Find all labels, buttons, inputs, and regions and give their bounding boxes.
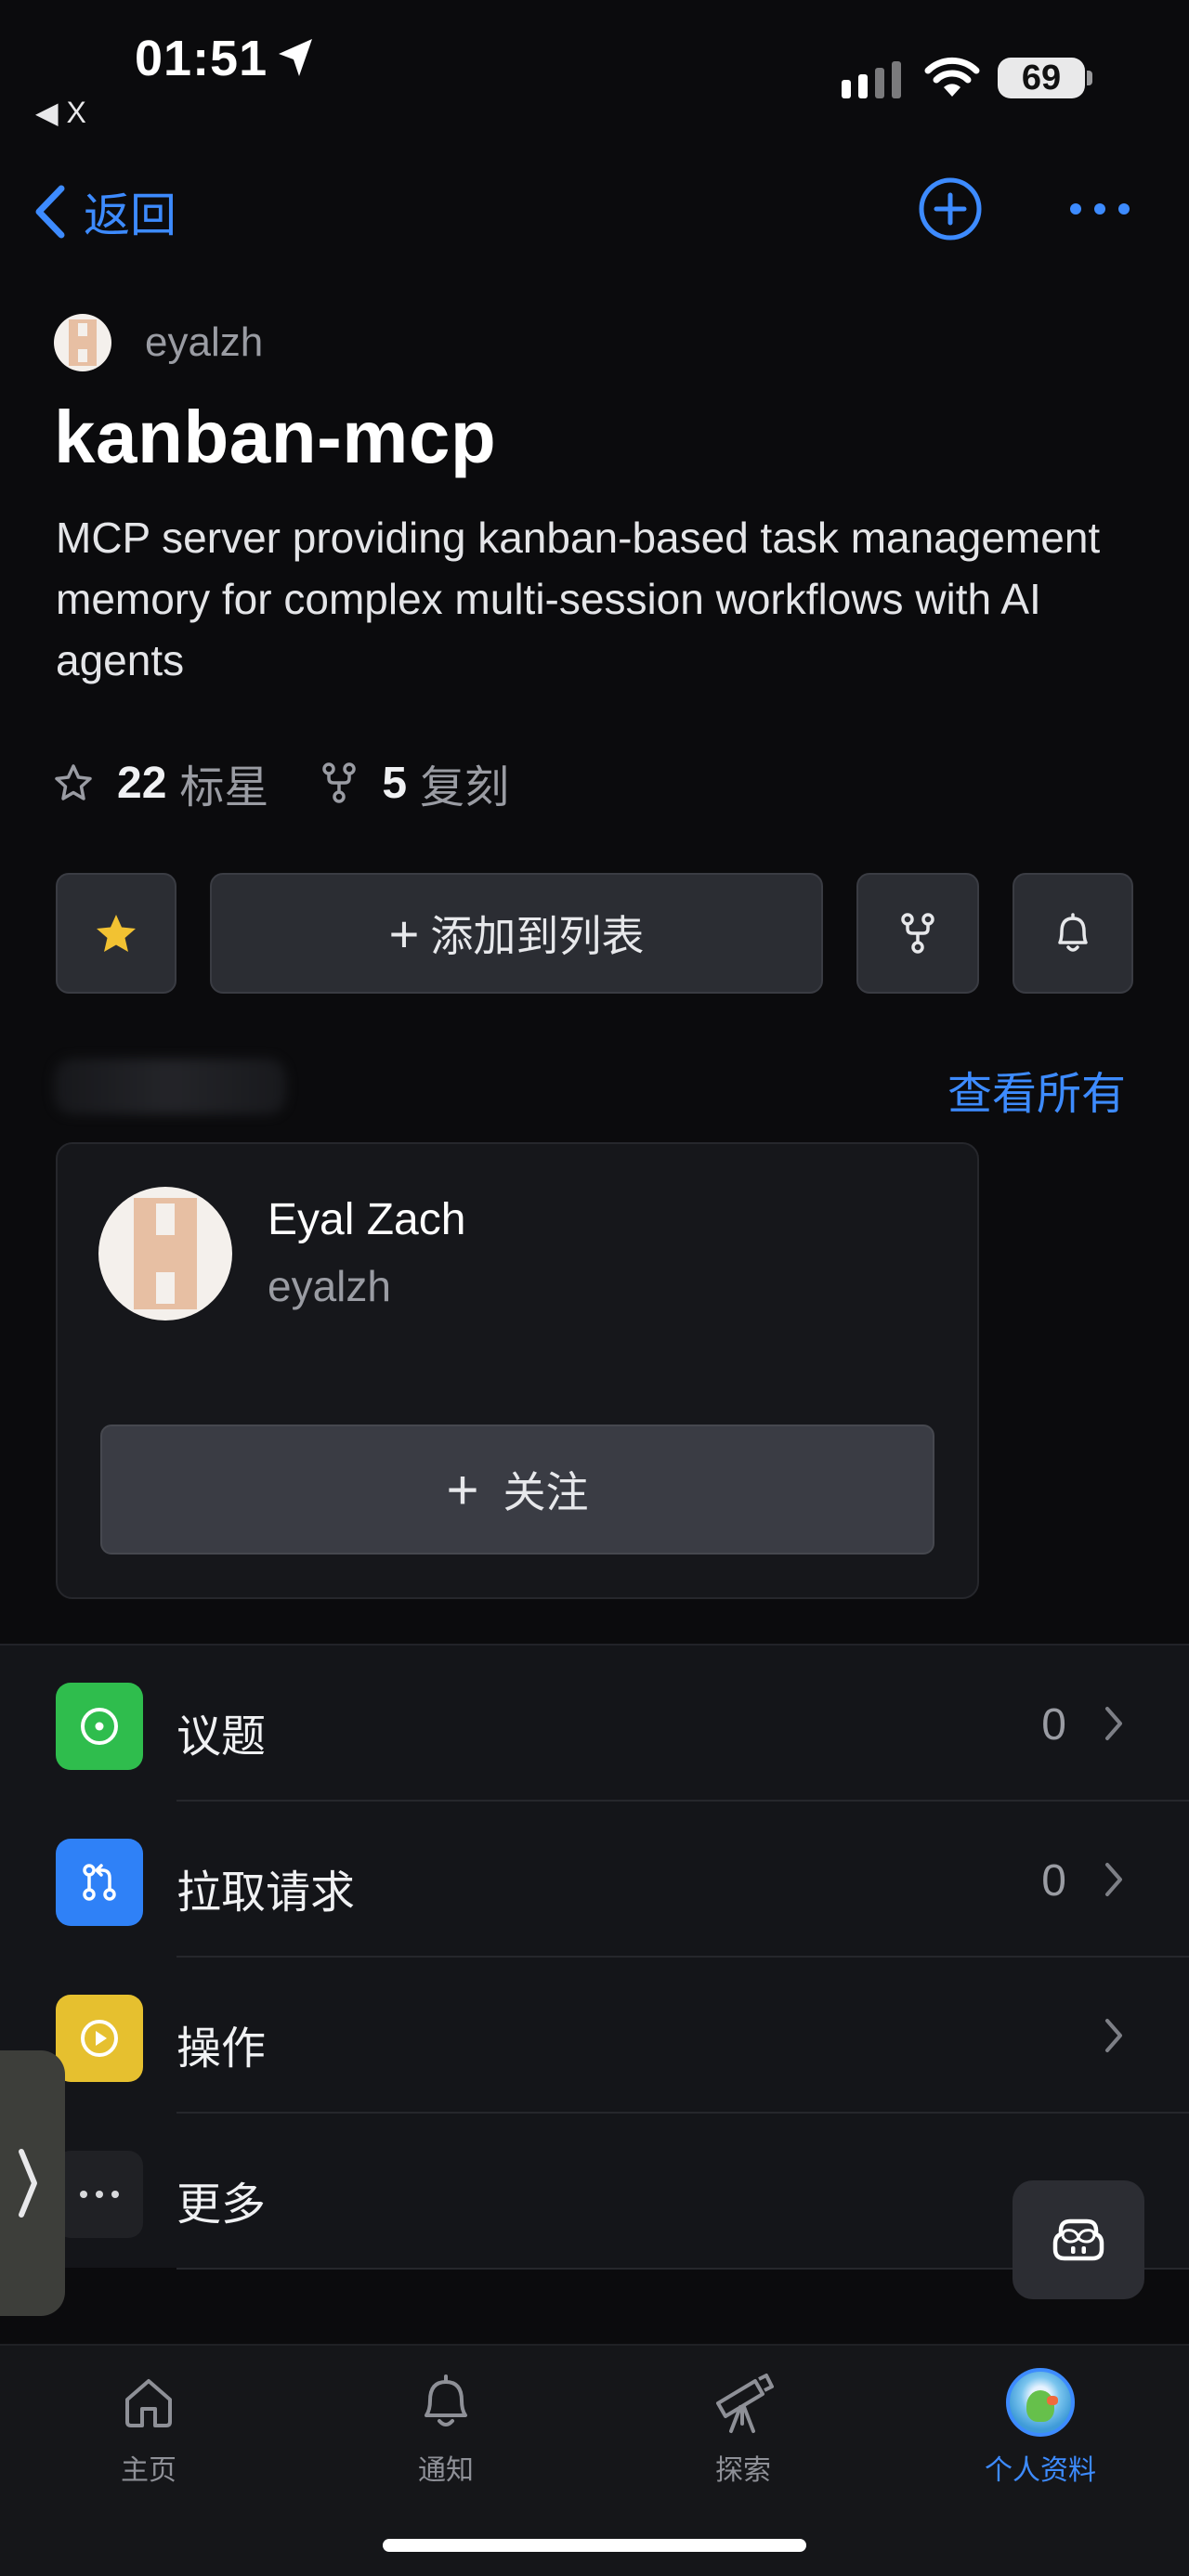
menu-label: 拉取请求: [176, 1868, 356, 1918]
menu-row-pull-requests[interactable]: 拉取请求 0: [0, 1802, 1189, 1958]
copilot-button[interactable]: [1013, 2180, 1144, 2299]
add-to-list-label: 添加到列表: [430, 912, 645, 960]
side-drawer-handle[interactable]: [0, 2050, 65, 2316]
chevron-left-icon: [35, 185, 65, 239]
plus-icon: +: [446, 1458, 479, 1521]
more-icon: [80, 2191, 119, 2198]
repo-menu-list: 议题 0 拉取请求 0 操作 更多: [0, 1644, 1189, 2270]
forks-label: 复刻: [420, 763, 510, 813]
home-icon: [125, 2379, 172, 2427]
stars-stat[interactable]: 22 标星: [54, 750, 268, 815]
view-all-link[interactable]: 查看所有: [947, 1057, 1126, 1122]
repo-description: MCP server providing kanban-based task m…: [56, 514, 1101, 684]
battery-level: 69: [998, 58, 1085, 98]
menu-row-actions[interactable]: 操作: [0, 1958, 1189, 2114]
issue-icon: [81, 1708, 118, 1745]
back-to-app[interactable]: ◀ X: [35, 95, 86, 130]
back-label: 返回: [84, 189, 176, 241]
menu-label: 更多: [176, 2180, 267, 2230]
fork-icon: [322, 762, 357, 803]
cellular-signal-icon: [842, 61, 901, 98]
pull-request-icon-tile: [56, 1839, 143, 1926]
repo-stats: 22 标星 5 复刻: [54, 750, 561, 815]
contributor-login: eyalzh: [268, 1262, 391, 1310]
chevron-right-icon: [1105, 1707, 1122, 1740]
profile-avatar-beak: [1047, 2396, 1058, 2405]
chevron-right-icon: [1105, 2019, 1122, 2052]
tab-home[interactable]: 主页: [56, 2363, 242, 2488]
forks-stat[interactable]: 5 复刻: [320, 750, 509, 815]
star-button[interactable]: [56, 873, 176, 994]
location-arrow-icon: [279, 39, 312, 76]
add-icon[interactable]: [918, 176, 983, 241]
profile-avatar: [1006, 2368, 1075, 2437]
tab-explore[interactable]: 探索: [650, 2363, 836, 2488]
home-indicator[interactable]: [383, 2539, 806, 2552]
star-outline-icon: [55, 764, 92, 800]
menu-label: 操作: [176, 2024, 267, 2074]
chevron-right-icon: [1105, 1863, 1122, 1896]
more-icon-tile: [56, 2151, 143, 2238]
tab-label: 探索: [715, 2455, 771, 2486]
actions-play-icon: [81, 2020, 118, 2057]
forks-count: 5: [382, 758, 408, 808]
contributor-avatar-image: [134, 1198, 197, 1309]
battery-tip: [1087, 71, 1092, 85]
tab-profile[interactable]: 个人资料: [947, 2363, 1133, 2488]
repo-title: kanban-mcp: [54, 396, 497, 478]
add-to-list-button[interactable]: + 添加到列表: [210, 873, 823, 994]
issue-icon-tile: [56, 1683, 143, 1770]
stars-label: 标星: [179, 763, 269, 813]
menu-row-more[interactable]: 更多: [0, 2114, 1189, 2270]
stars-count: 22: [117, 758, 167, 808]
plus-icon: +: [388, 904, 420, 963]
star-filled-icon: [97, 915, 136, 952]
owner-avatar[interactable]: [54, 314, 111, 371]
bell-icon: [1058, 913, 1088, 952]
bell-icon: [425, 2374, 467, 2426]
tab-label: 主页: [121, 2455, 176, 2486]
section-title-blurred: [54, 1059, 286, 1114]
telescope-icon: [716, 2374, 774, 2433]
follow-button[interactable]: + 关注: [100, 1425, 934, 1555]
contributor-avatar[interactable]: [98, 1187, 232, 1321]
owner-avatar-image: [69, 319, 97, 366]
fork-button[interactable]: [856, 873, 979, 994]
watch-button[interactable]: [1013, 873, 1133, 994]
tab-notifications[interactable]: 通知: [353, 2363, 539, 2488]
copilot-icon: [1052, 2218, 1104, 2261]
more-options-icon[interactable]: [1068, 195, 1131, 223]
actions-icon-tile: [56, 1995, 143, 2082]
status-time: 01:51: [135, 31, 268, 86]
pull-request-icon: [83, 1864, 116, 1901]
fork-icon: [901, 913, 934, 954]
tab-label: 通知: [418, 2455, 474, 2486]
chevron-right-icon: [19, 2149, 37, 2218]
menu-count: 0: [1041, 1856, 1066, 1906]
menu-count: 0: [1041, 1700, 1066, 1750]
owner-name[interactable]: eyalzh: [145, 319, 263, 366]
back-button[interactable]: 返回: [33, 178, 176, 245]
contributor-name: Eyal Zach: [268, 1195, 466, 1244]
wifi-icon: [924, 57, 980, 97]
menu-label: 议题: [176, 1712, 267, 1762]
menu-row-issues[interactable]: 议题 0: [0, 1646, 1189, 1802]
follow-label: 关注: [503, 1468, 589, 1516]
tab-label: 个人资料: [985, 2455, 1096, 2486]
